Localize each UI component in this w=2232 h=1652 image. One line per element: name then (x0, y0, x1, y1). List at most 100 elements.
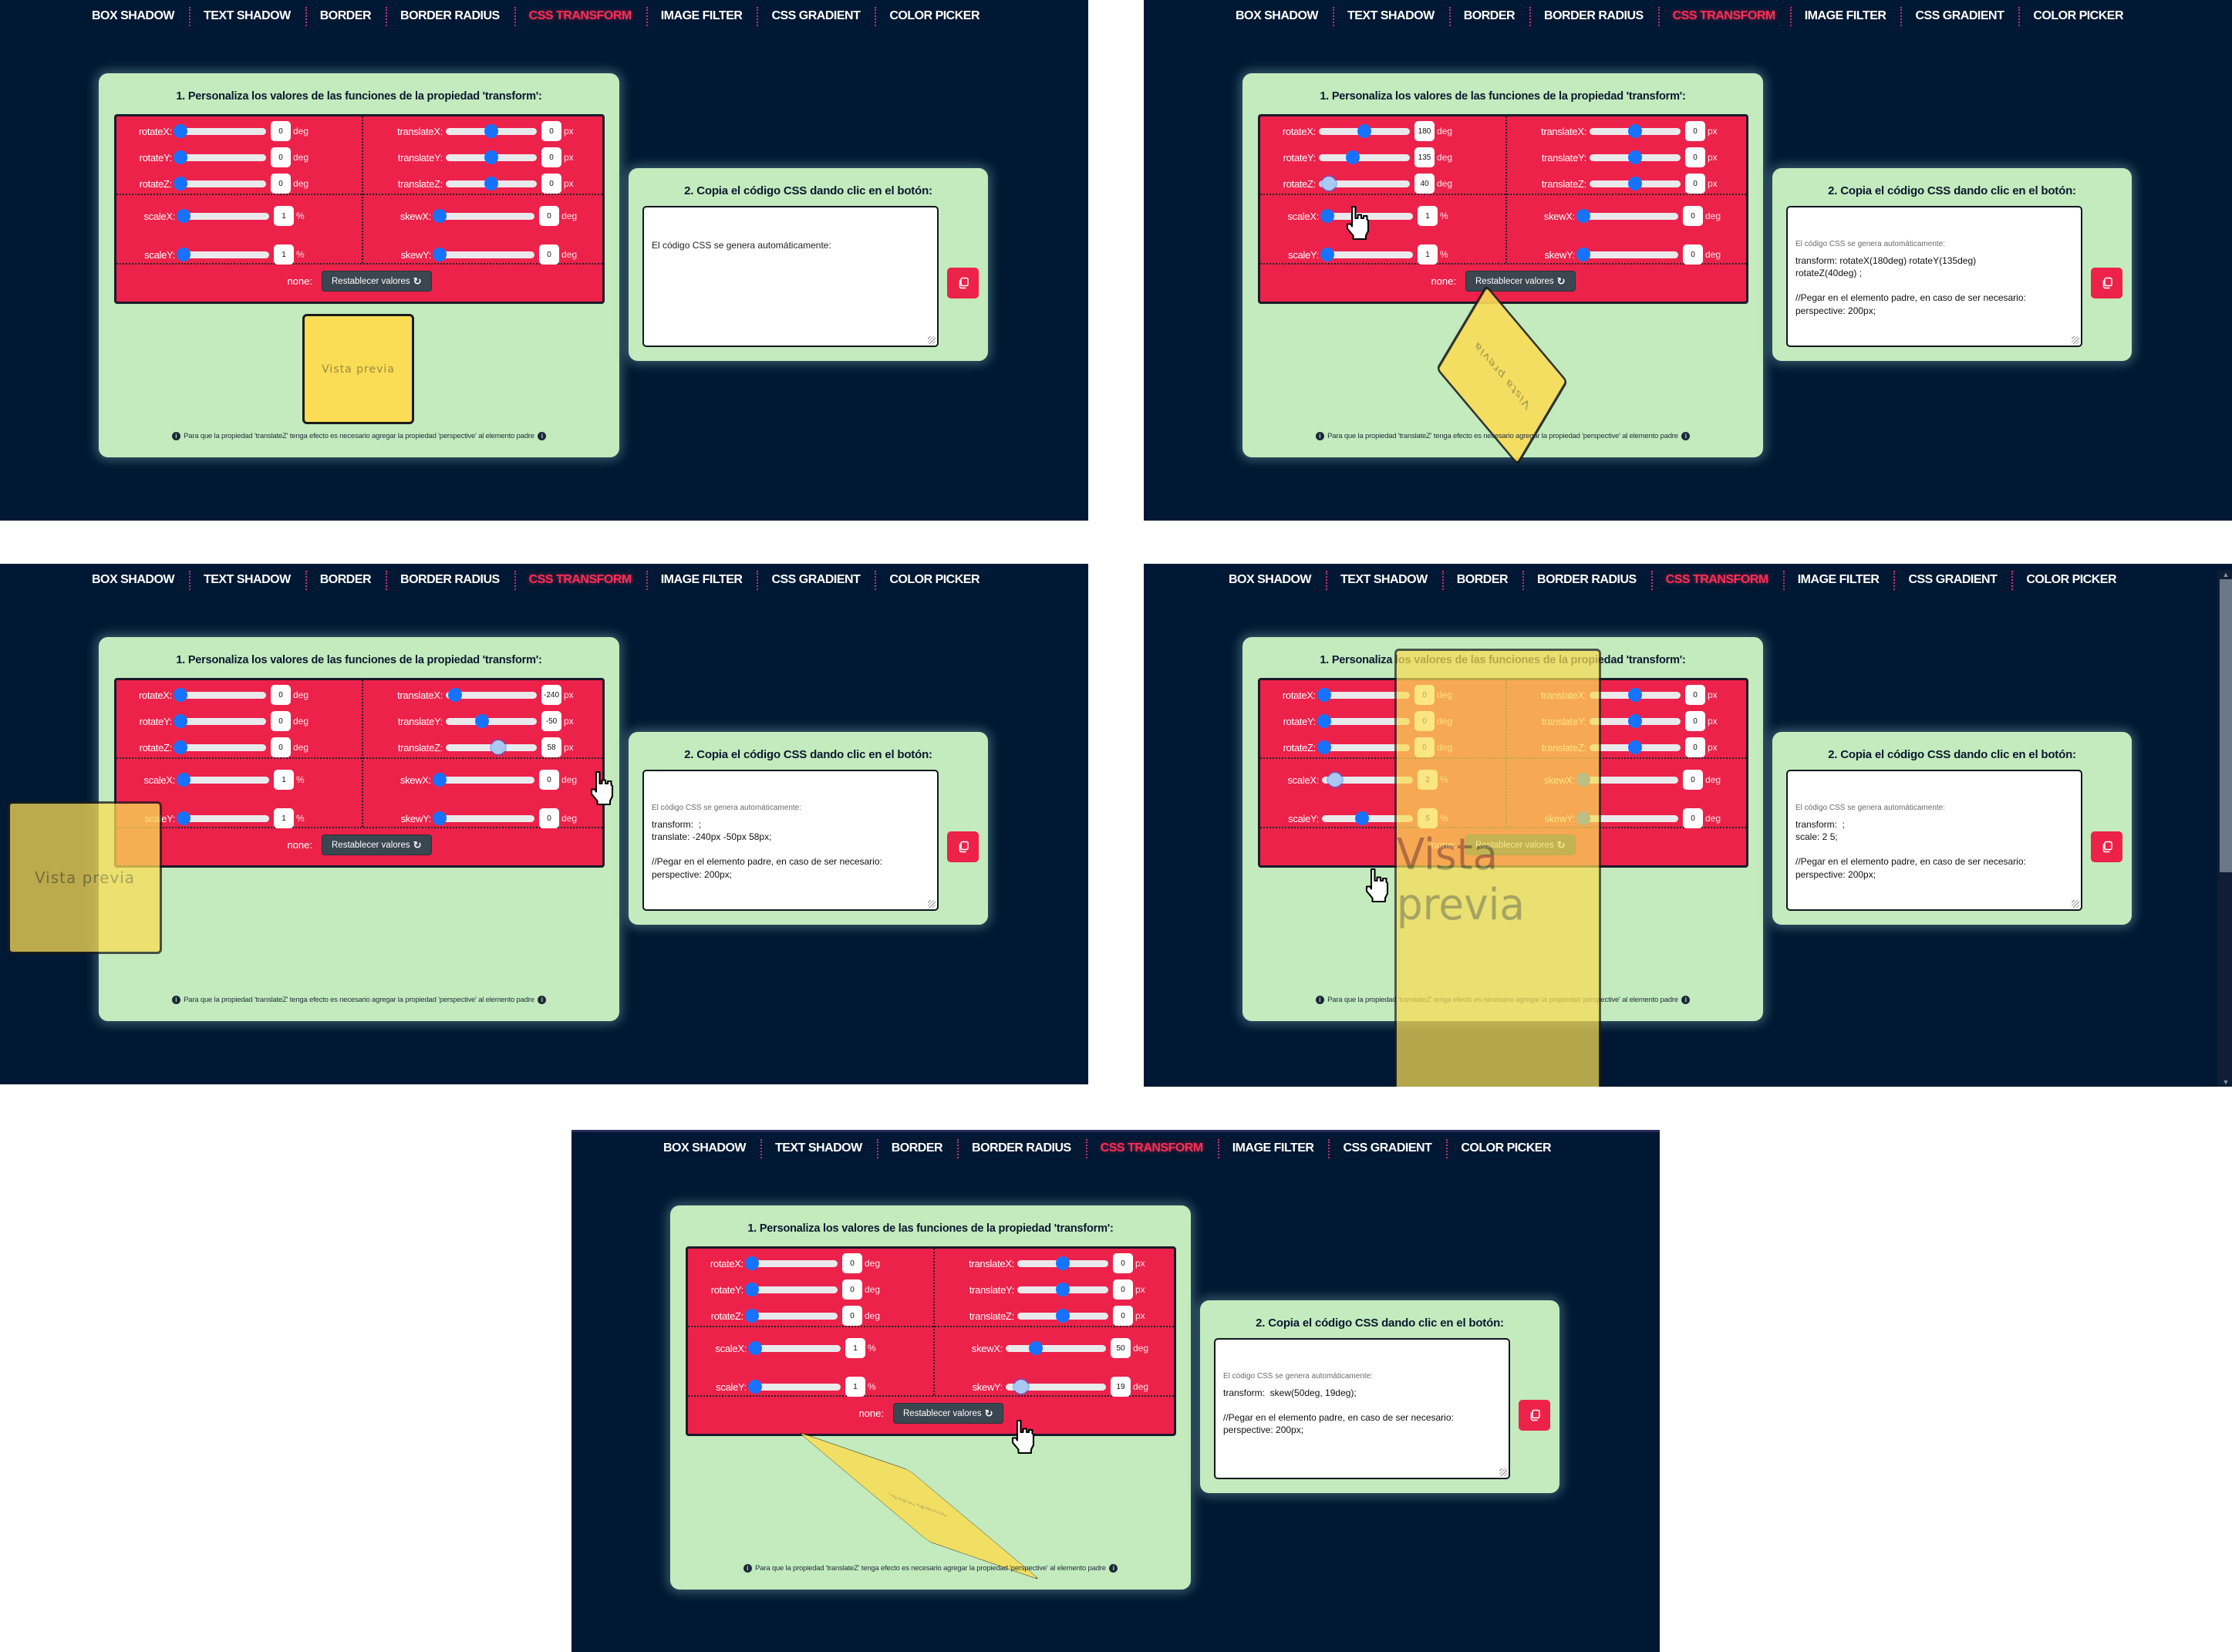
slider-thumb[interactable] (1056, 1308, 1070, 1323)
rotatex-input[interactable]: 0 (271, 685, 291, 705)
css-code-textarea[interactable]: El código CSS se genera automáticamente:… (1214, 1338, 1510, 1479)
slider-thumb[interactable] (475, 713, 490, 728)
nav-item-text-shadow[interactable]: TEXT SHADOW (1325, 564, 1442, 596)
rotatez-slider[interactable] (174, 740, 266, 754)
nav-item-color-picker[interactable]: COLOR PICKER (1446, 1132, 1566, 1165)
css-code-textarea[interactable]: El código CSS se genera automáticamente:… (1786, 206, 2082, 347)
slider-thumb[interactable] (1628, 150, 1642, 164)
slider-thumb[interactable] (177, 811, 190, 825)
reset-values-button[interactable]: Restablecer valores ↻ (322, 271, 432, 292)
slider-thumb[interactable] (433, 247, 447, 261)
scalex-slider[interactable] (177, 772, 269, 787)
nav-item-text-shadow[interactable]: TEXT SHADOW (188, 564, 305, 596)
translatey-input[interactable]: 0 (1685, 147, 1705, 167)
slider-thumb[interactable] (745, 1282, 759, 1296)
translatex-input[interactable]: 0 (1685, 685, 1705, 705)
skewy-slider[interactable] (1576, 247, 1678, 261)
skewx-slider[interactable] (1576, 208, 1678, 223)
slider-thumb[interactable] (1056, 1282, 1070, 1296)
nav-item-box-shadow[interactable]: BOX SHADOW (77, 564, 189, 596)
slider-thumb[interactable] (745, 1256, 759, 1270)
slider-thumb[interactable] (174, 150, 187, 164)
rotatez-slider[interactable] (745, 1308, 838, 1323)
rotatez-input[interactable]: 40 (1414, 174, 1435, 194)
copy-code-button[interactable] (2091, 831, 2122, 862)
scalex-input[interactable]: 1 (274, 206, 294, 226)
nav-item-border[interactable]: BORDER (305, 564, 386, 596)
slider-thumb[interactable] (748, 1340, 762, 1355)
rotatex-slider[interactable] (745, 1256, 838, 1270)
rotatey-input[interactable]: 135 (1414, 147, 1435, 167)
rotatey-input[interactable]: 0 (842, 1279, 862, 1300)
nav-item-text-shadow[interactable]: TEXT SHADOW (760, 1132, 877, 1165)
translatez-slider[interactable] (1590, 740, 1681, 754)
translatex-slider[interactable] (1590, 687, 1681, 702)
slider-thumb[interactable] (447, 687, 462, 702)
resize-handle[interactable] (928, 336, 936, 344)
nav-item-border-radius[interactable]: BORDER RADIUS (1529, 0, 1658, 32)
reset-values-button[interactable]: Restablecer valores ↻ (322, 834, 432, 855)
nav-item-border-radius[interactable]: BORDER RADIUS (386, 564, 514, 596)
rotatex-slider[interactable] (1319, 123, 1410, 138)
translatey-slider[interactable] (1590, 150, 1681, 164)
translatey-input[interactable]: 0 (1685, 711, 1705, 731)
slider-thumb[interactable] (174, 740, 187, 754)
translatex-slider[interactable] (1590, 123, 1681, 138)
nav-item-color-picker[interactable]: COLOR PICKER (875, 0, 994, 32)
rotatey-slider[interactable] (745, 1282, 838, 1296)
translatex-input[interactable]: 0 (541, 121, 561, 141)
translatey-slider[interactable] (446, 713, 537, 728)
slider-thumb[interactable] (433, 208, 447, 223)
slider-thumb[interactable] (177, 772, 190, 787)
nav-item-image-filter[interactable]: IMAGE FILTER (1217, 1132, 1329, 1165)
skewy-input[interactable]: 0 (539, 808, 559, 828)
slider-thumb[interactable] (1576, 208, 1590, 223)
slider-thumb[interactable] (433, 811, 447, 825)
rotatez-slider[interactable] (1319, 176, 1410, 190)
rotatex-input[interactable]: 180 (1414, 121, 1435, 141)
slider-thumb[interactable] (1628, 123, 1642, 138)
rotatey-slider[interactable] (1319, 150, 1410, 164)
slider-thumb[interactable] (1056, 1256, 1070, 1270)
skewx-input[interactable]: 50 (1111, 1338, 1131, 1358)
skewy-input[interactable]: 0 (1683, 808, 1703, 828)
slider-thumb[interactable] (1029, 1340, 1043, 1355)
copy-code-button[interactable] (2091, 268, 2122, 298)
rotatey-slider[interactable] (174, 150, 266, 164)
translatey-slider[interactable] (1590, 713, 1681, 728)
rotatex-slider[interactable] (174, 687, 266, 702)
slider-thumb[interactable] (433, 772, 447, 787)
scalex-slider[interactable] (748, 1340, 841, 1355)
vertical-scrollbar[interactable]: ▲ ▼ (2217, 570, 2232, 1087)
translatez-slider[interactable] (446, 740, 537, 754)
scaley-slider[interactable] (748, 1379, 841, 1394)
scalex-slider[interactable] (177, 208, 269, 223)
nav-item-css-transform[interactable]: CSS TRANSFORM (514, 0, 646, 32)
nav-item-color-picker[interactable]: COLOR PICKER (2011, 564, 2131, 596)
slider-thumb[interactable] (745, 1308, 759, 1323)
skewx-input[interactable]: 0 (1683, 770, 1703, 790)
skewx-slider[interactable] (433, 208, 534, 223)
nav-item-box-shadow[interactable]: BOX SHADOW (1214, 564, 1326, 596)
translatey-slider[interactable] (446, 150, 537, 164)
slider-thumb[interactable] (1576, 247, 1590, 261)
skewx-slider[interactable] (1006, 1340, 1106, 1355)
nav-item-image-filter[interactable]: IMAGE FILTER (646, 564, 757, 596)
slider-thumb[interactable] (1628, 713, 1642, 728)
css-code-textarea[interactable]: El código CSS se genera automáticamente:… (1786, 770, 2082, 911)
rotatey-input[interactable]: 0 (271, 147, 291, 167)
slider-thumb[interactable] (1628, 687, 1642, 702)
nav-item-image-filter[interactable]: IMAGE FILTER (1782, 564, 1894, 596)
resize-handle[interactable] (2072, 900, 2079, 908)
nav-item-css-gradient[interactable]: CSS GRADIENT (757, 0, 875, 32)
translatez-slider[interactable] (1017, 1308, 1108, 1323)
rotatez-input[interactable]: 0 (842, 1306, 862, 1326)
nav-item-css-gradient[interactable]: CSS GRADIENT (757, 564, 875, 596)
nav-item-css-transform[interactable]: CSS TRANSFORM (1650, 564, 1783, 596)
slider-thumb[interactable] (1354, 811, 1369, 825)
slider-thumb[interactable] (484, 176, 498, 190)
slider-thumb[interactable] (1317, 687, 1331, 702)
scrollbar-thumb[interactable] (2220, 579, 2232, 872)
slider-thumb[interactable] (1346, 150, 1360, 164)
scaley-input[interactable]: 1 (274, 808, 294, 828)
